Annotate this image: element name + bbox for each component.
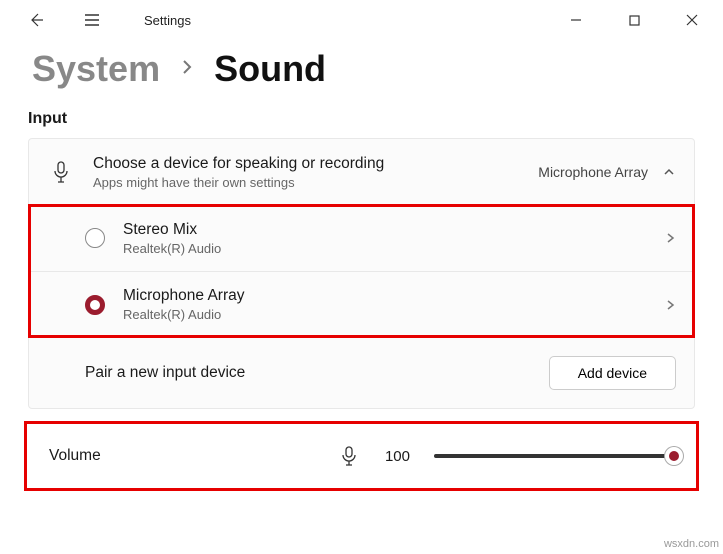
breadcrumb-sound: Sound [214, 48, 326, 90]
close-icon [686, 14, 698, 26]
choose-device-title: Choose a device for speaking or recordin… [93, 155, 520, 173]
volume-value: 100 [385, 448, 410, 465]
device-row-stereo-mix[interactable]: Stereo Mix Realtek(R) Audio [29, 205, 694, 271]
watermark: wsxdn.com [664, 538, 719, 550]
microphone-icon [341, 446, 357, 466]
arrow-left-icon [28, 12, 44, 28]
input-card: Choose a device for speaking or recordin… [28, 138, 695, 409]
minimize-icon [570, 14, 582, 26]
slider-thumb[interactable] [665, 447, 683, 465]
maximize-button[interactable] [617, 6, 651, 34]
breadcrumb: System Sound [0, 40, 723, 106]
window-title: Settings [144, 13, 191, 28]
volume-slider[interactable] [434, 446, 674, 466]
microphone-icon [52, 161, 70, 183]
chevron-right-icon [664, 231, 676, 245]
maximize-icon [629, 15, 640, 26]
radio-selected[interactable] [85, 295, 105, 315]
device-row-microphone-array[interactable]: Microphone Array Realtek(R) Audio [29, 271, 694, 337]
pair-device-label: Pair a new input device [85, 364, 531, 382]
volume-mic-button[interactable] [341, 446, 357, 466]
current-device-label: Microphone Array [538, 164, 648, 180]
choose-device-row[interactable]: Choose a device for speaking or recordin… [29, 139, 694, 205]
pair-device-row: Pair a new input device Add device [29, 337, 694, 408]
titlebar: Settings [0, 0, 723, 40]
close-button[interactable] [675, 6, 709, 34]
device-list-highlight: Stereo Mix Realtek(R) Audio Microphone A… [29, 205, 694, 337]
volume-label: Volume [49, 447, 101, 465]
device-name: Microphone Array [123, 287, 646, 305]
back-button[interactable] [20, 4, 52, 36]
menu-button[interactable] [76, 4, 108, 36]
device-driver: Realtek(R) Audio [123, 307, 646, 322]
breadcrumb-system[interactable]: System [32, 48, 160, 90]
chevron-right-icon [664, 298, 676, 312]
slider-track [434, 454, 674, 458]
radio-unselected[interactable] [85, 228, 105, 248]
input-section-title: Input [0, 106, 723, 138]
device-name: Stereo Mix [123, 221, 646, 239]
chevron-up-icon [662, 165, 676, 179]
volume-row: Volume 100 [24, 421, 699, 491]
add-device-button[interactable]: Add device [549, 356, 676, 390]
hamburger-icon [84, 13, 100, 27]
chevron-right-icon [180, 57, 194, 77]
choose-device-subtitle: Apps might have their own settings [93, 175, 520, 190]
device-driver: Realtek(R) Audio [123, 241, 646, 256]
minimize-button[interactable] [559, 6, 593, 34]
